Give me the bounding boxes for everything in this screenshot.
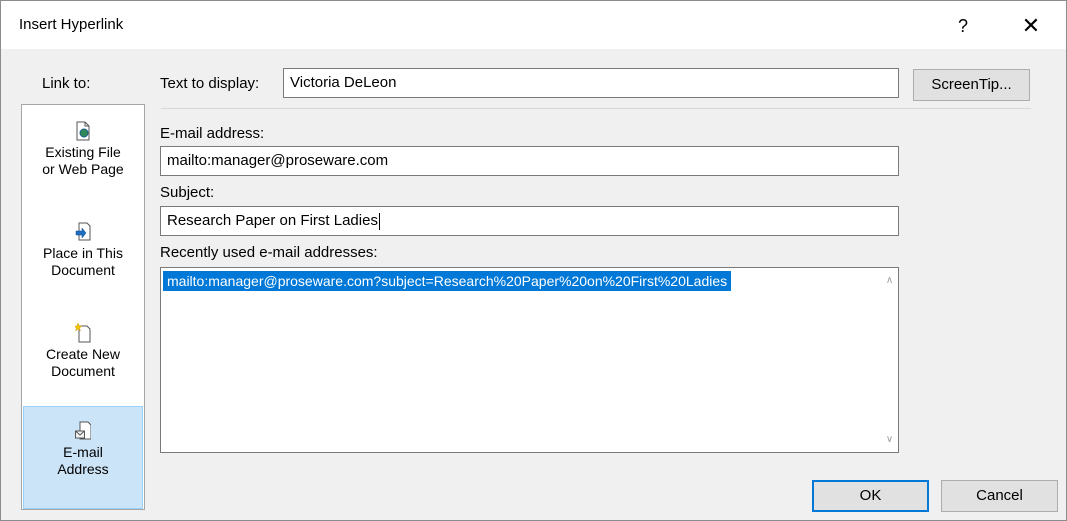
link-to-label: Link to:: [42, 75, 91, 92]
separator: [161, 108, 1031, 109]
subject-label: Subject:: [160, 184, 215, 201]
insert-hyperlink-dialog: Insert Hyperlink ? ✕ Link to: Existing F…: [0, 0, 1067, 521]
link-create-new-button[interactable]: Create New Document: [23, 323, 143, 380]
link-existing-file-label-2: or Web Page: [42, 161, 124, 177]
link-existing-file-label-1: Existing File: [45, 144, 121, 160]
link-email-address-label-2: Address: [57, 461, 109, 477]
scroll-up-icon[interactable]: ∧: [881, 272, 898, 289]
link-email-address-button[interactable]: E-mail Address: [23, 406, 143, 509]
new-document-icon: [75, 323, 91, 343]
document-globe-icon: [76, 121, 90, 141]
document-arrow-icon: [75, 222, 91, 241]
scroll-down-icon[interactable]: ∨: [881, 431, 898, 448]
text-cursor: [378, 212, 380, 230]
text-to-display-label: Text to display:: [160, 75, 260, 92]
title-bar: Insert Hyperlink ? ✕: [1, 1, 1066, 49]
email-address-input[interactable]: mailto:manager@proseware.com: [160, 146, 899, 176]
scrollbar[interactable]: ∧ ∨: [881, 268, 898, 452]
recent-addresses-list[interactable]: mailto:manager@proseware.com?subject=Res…: [160, 267, 899, 453]
subject-input[interactable]: Research Paper on First Ladies: [160, 206, 899, 236]
email-address-label: E-mail address:: [160, 125, 265, 142]
dialog-title: Insert Hyperlink: [19, 16, 124, 33]
email-document-icon: [75, 421, 91, 440]
link-place-in-document-label-1: Place in This: [43, 245, 123, 261]
subject-value: Research Paper on First Ladies: [167, 212, 378, 229]
link-existing-file-button[interactable]: Existing File or Web Page: [23, 121, 143, 178]
link-to-panel: Existing File or Web Page Place in This …: [21, 104, 145, 510]
close-button[interactable]: ✕: [1016, 13, 1046, 39]
link-email-address-label-1: E-mail: [63, 444, 103, 460]
help-button[interactable]: ?: [948, 13, 978, 39]
recent-addresses-label: Recently used e-mail addresses:: [160, 244, 378, 261]
link-create-new-label-1: Create New: [46, 346, 120, 362]
screentip-button[interactable]: ScreenTip...: [913, 69, 1030, 101]
link-place-in-document-button[interactable]: Place in This Document: [23, 222, 143, 279]
text-to-display-input[interactable]: Victoria DeLeon: [283, 68, 899, 98]
list-item[interactable]: mailto:manager@proseware.com?subject=Res…: [163, 271, 732, 291]
link-create-new-label-2: Document: [51, 363, 115, 379]
link-place-in-document-label-2: Document: [51, 262, 115, 278]
ok-button[interactable]: OK: [812, 480, 929, 512]
cancel-button[interactable]: Cancel: [941, 480, 1058, 512]
